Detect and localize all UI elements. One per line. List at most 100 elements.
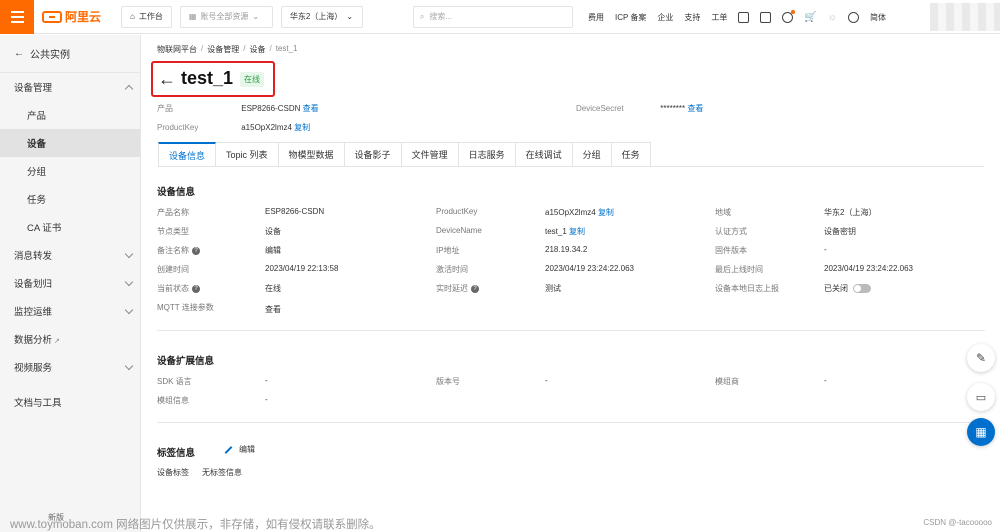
global-search-input[interactable]: ⌕ 搜索... (412, 5, 573, 28)
device-info-title: 设备信息 (157, 187, 196, 198)
language-selector[interactable]: 简体 (870, 12, 886, 23)
info-label: ProductKey (436, 207, 478, 216)
tags-edit-button[interactable]: 编辑 (224, 444, 255, 455)
back-to-instances[interactable]: ← 公共实例 (0, 35, 140, 73)
ticket-link[interactable]: 工单 (711, 12, 727, 23)
fees-link[interactable]: 费用 (588, 12, 604, 23)
grid-icon: ▦ (188, 12, 197, 21)
chat-button[interactable]: ▭ (967, 383, 995, 411)
secret-row: DeviceSecret ******** 查看 (576, 103, 703, 114)
sidebar-item-docs-tools[interactable]: 文档与工具 (0, 388, 140, 416)
breadcrumb-devices[interactable]: 设备 (249, 44, 265, 55)
sidebar-item-groups[interactable]: 分组 (0, 157, 140, 185)
region-label: 华东2（上海） (289, 12, 343, 21)
tab-log-service[interactable]: 日志服务 (458, 142, 516, 167)
aliyun-logo[interactable]: 阿里云 (42, 8, 101, 25)
sidebar-item-label: 数据分析 (14, 335, 53, 346)
chevron-up-icon (124, 84, 134, 93)
support-link[interactable]: 支持 (684, 12, 700, 23)
tab-groups[interactable]: 分组 (572, 142, 612, 167)
info-label: 地域 (715, 208, 731, 217)
sidebar-item-label: 消息转发 (14, 251, 53, 262)
productkey-copy-link[interactable]: 复制 (294, 123, 310, 132)
bell-icon[interactable] (782, 9, 796, 23)
sidebar-item-label: 文档与工具 (14, 398, 62, 409)
feedback-edit-button[interactable]: ✎ (967, 344, 995, 372)
breadcrumb: 物联网平台 / 设备管理 / 设备 / test_1 (157, 44, 298, 55)
tab-tasks[interactable]: 任务 (611, 142, 651, 167)
icp-link[interactable]: ICP 备案 (615, 12, 646, 23)
info-label: SDK 语言 (157, 377, 192, 386)
productkey-value: a15OpX2lmz4 (241, 123, 292, 132)
bulb-icon[interactable]: ☼ (828, 12, 837, 23)
info-label: 设备本地日志上报 (715, 284, 779, 293)
enterprise-link[interactable]: 企业 (657, 12, 673, 23)
tab-online-debug[interactable]: 在线调试 (515, 142, 573, 167)
help-icon[interactable]: ? (192, 284, 200, 293)
search-icon: ⌕ (419, 11, 425, 21)
workbench-button[interactable]: ⌂ 工作台 (121, 5, 172, 28)
info-label: 实时延迟? (436, 283, 479, 294)
info-label: 创建时间 (157, 265, 189, 274)
chevron-down-icon (124, 249, 134, 258)
sidebar-item-tasks[interactable]: 任务 (0, 185, 140, 213)
sidebar-item-ca-cert[interactable]: CA 证书 (0, 213, 140, 241)
tab-file-management[interactable]: 文件管理 (401, 142, 459, 167)
section-divider (157, 422, 985, 423)
apps-button[interactable]: ▦ (967, 418, 995, 446)
tags-title: 标签信息 (157, 448, 196, 459)
cart-icon[interactable]: 🛒 (804, 12, 816, 23)
tab-device-info[interactable]: 设备信息 (158, 142, 217, 167)
code-icon[interactable] (738, 11, 750, 23)
productkey-label: ProductKey (157, 123, 199, 132)
mqtt-view-link[interactable]: 查看 (265, 304, 281, 315)
region-selector[interactable]: 华东2（上海） ⌄ (280, 5, 363, 28)
info-label: DeviceName (436, 226, 482, 235)
sidebar-item-monitoring[interactable]: 监控运维 (0, 297, 140, 325)
chevron-down-icon (124, 277, 134, 286)
product-view-link[interactable]: 查看 (303, 104, 319, 113)
secret-view-link[interactable]: 查看 (687, 104, 703, 113)
breadcrumb-device-mgmt[interactable]: 设备管理 (207, 44, 239, 55)
help-icon[interactable] (848, 11, 860, 23)
sidebar-item-devices[interactable]: 设备 (0, 129, 140, 157)
account-scope-selector[interactable]: ▦ 账号全部资源 ⌄ (179, 5, 273, 28)
user-avatar[interactable] (930, 3, 1000, 31)
latency-test-link[interactable]: 测试 (545, 283, 561, 294)
help-icon[interactable]: ? (192, 246, 200, 255)
productkey-copy-link[interactable]: 复制 (598, 208, 614, 217)
top-navigation-bar: 阿里云 ⌂ 工作台 ▦ 账号全部资源 ⌄ 华东2（上海） ⌄ ⌕ 搜索... 费… (0, 0, 1000, 34)
sidebar-item-device-management[interactable]: 设备管理 (0, 73, 140, 101)
sidebar-item-message-forwarding[interactable]: 消息转发 (0, 241, 140, 269)
sidebar-item-products[interactable]: 产品 (0, 101, 140, 129)
terminal-icon[interactable] (760, 11, 772, 23)
tab-topic-list[interactable]: Topic 列表 (216, 142, 279, 167)
info-value: test_1 复制 (545, 227, 586, 236)
info-label: 节点类型 (157, 227, 189, 236)
sidebar-item-data-analysis[interactable]: 数据分析 ↗ (0, 325, 140, 353)
info-value: - (824, 245, 827, 254)
info-value: a15OpX2lmz4 复制 (545, 208, 614, 217)
info-value: 设备密钥 (824, 227, 856, 236)
tags-value: 无标签信息 (202, 468, 242, 477)
info-value: - (545, 376, 548, 385)
devicename-copy-link[interactable]: 复制 (569, 227, 585, 236)
sidebar-item-label: 视频服务 (14, 363, 53, 374)
external-link-icon: ↗ (54, 338, 60, 345)
local-log-toggle[interactable] (853, 284, 871, 294)
sidebar-item-device-assignment[interactable]: 设备划归 (0, 269, 140, 297)
info-value: - (265, 395, 268, 404)
breadcrumb-iot[interactable]: 物联网平台 (157, 44, 197, 55)
edit-icon (224, 446, 233, 454)
help-icon[interactable]: ? (471, 284, 479, 293)
watermark-text: www.toymoban.com 网络图片仅供展示，非存储，如有侵权请联系删除。 (10, 519, 381, 531)
info-value: 2023/04/19 23:24:22.063 (545, 264, 634, 273)
sidebar-item-video-service[interactable]: 视频服务 (0, 353, 140, 381)
tab-device-shadow[interactable]: 设备影子 (344, 142, 402, 167)
sidebar-item-label: 设备划归 (14, 279, 53, 290)
info-label: 固件版本 (715, 246, 747, 255)
back-arrow-icon[interactable]: ← (158, 69, 176, 90)
remark-edit-link[interactable]: 编辑 (265, 245, 281, 256)
tab-thing-model-data[interactable]: 物模型数据 (278, 142, 345, 167)
hamburger-menu-icon[interactable] (0, 0, 34, 34)
